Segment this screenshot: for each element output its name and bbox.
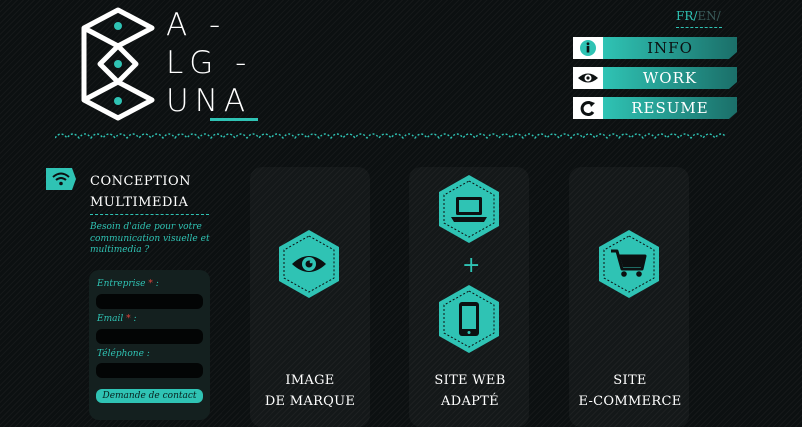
nav-work-button[interactable]: WORK [573, 67, 737, 89]
wavy-divider [55, 133, 725, 140]
lang-en-link[interactable]: EN/ [697, 9, 720, 23]
lang-fr-link[interactable]: FR/ [676, 9, 697, 23]
phone-label: Téléphone : [97, 349, 150, 359]
phone-input[interactable] [96, 363, 203, 378]
service-label-web: SITE WEB ADAPTÉ [434, 373, 506, 409]
cart-icon [599, 230, 659, 298]
service-label-brand: IMAGE DE MARQUE [264, 373, 356, 409]
sidebar-title-line1: CONCEPTION [90, 174, 192, 189]
wifi-icon [46, 168, 76, 190]
refresh-icon [573, 97, 603, 119]
logo-underline [210, 118, 258, 121]
company-label: Entreprise * : [97, 279, 159, 289]
nav-info-label: INFO [647, 39, 693, 57]
email-input[interactable] [96, 329, 203, 344]
contact-submit-button[interactable]: Demande de contact [96, 389, 203, 403]
nav-resume-button[interactable]: RESUME [573, 97, 737, 119]
language-switch: FR/EN/ [676, 9, 721, 23]
lang-divider [676, 27, 722, 28]
logo-line-3: UNA [166, 83, 252, 119]
plus-sign: + [462, 253, 481, 278]
sidebar-title-line2: MULTIMEDIA [90, 195, 189, 210]
eye-icon [279, 230, 339, 298]
company-input[interactable] [96, 294, 203, 309]
sidebar-divider [90, 214, 209, 215]
sidebar-title: CONCEPTION MULTIMEDIA [90, 171, 191, 213]
service-label-ecommerce: SITE E-COMMERCE [578, 373, 682, 409]
email-label: Email * : [97, 314, 137, 324]
info-icon [573, 37, 603, 59]
contact-form: Entreprise * : Email * : Téléphone : Dem… [89, 270, 210, 420]
nav-resume-label: RESUME [631, 99, 709, 117]
sidebar-description: Besoin d'aide pour votre communication v… [90, 222, 210, 255]
nav-work-label: WORK [642, 69, 698, 87]
logo-line-1: A - [166, 7, 227, 43]
eye-icon [573, 67, 603, 89]
brand-wordmark: A - LG - UNA [166, 6, 252, 120]
nav-info-button[interactable]: INFO [573, 37, 737, 59]
laptop-icon [439, 175, 499, 243]
tablet-icon [439, 285, 499, 353]
logo-line-2: LG - [166, 45, 253, 81]
